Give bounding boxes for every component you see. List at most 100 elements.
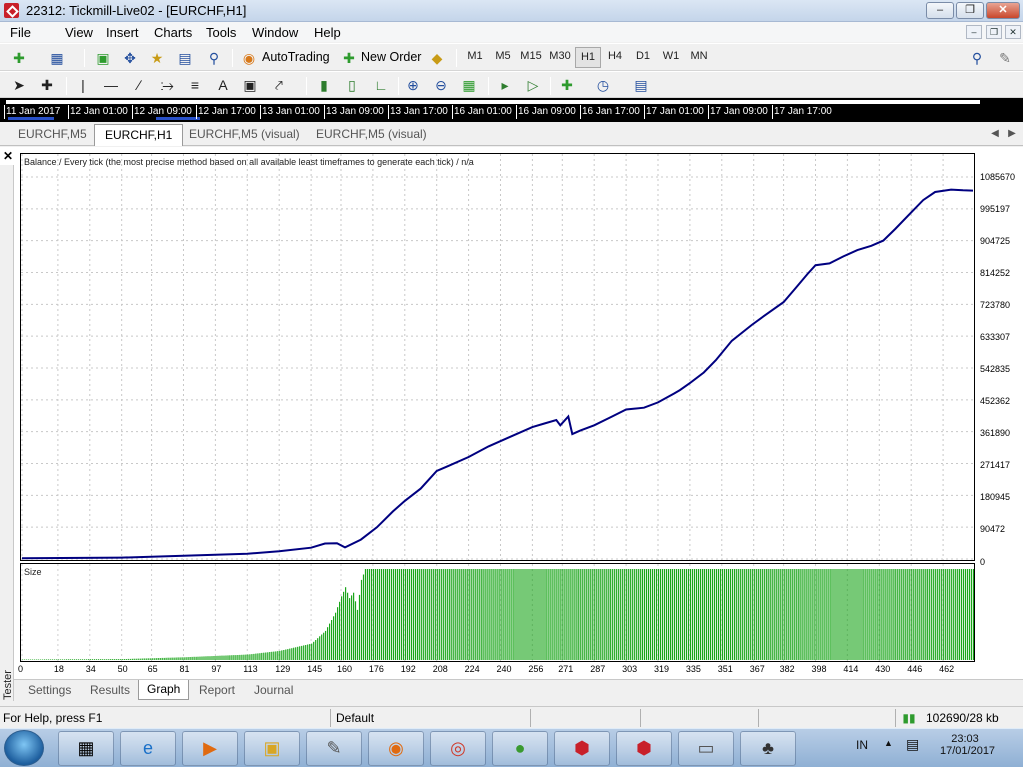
tab-results[interactable]: Results — [90, 683, 130, 697]
menu-tools[interactable]: Tools — [206, 25, 236, 40]
navigator-icon[interactable]: ★ — [148, 49, 166, 67]
metatrader-2-icon[interactable]: ⬢ — [616, 731, 672, 766]
new-order-button[interactable]: New Order — [361, 50, 421, 64]
timeframe-m15[interactable]: M15 — [518, 50, 544, 62]
size-bar — [173, 657, 175, 660]
market-watch-icon[interactable]: ▣ — [94, 49, 112, 67]
timeframe-mn[interactable]: MN — [686, 50, 712, 62]
data-window-icon[interactable]: ✥ — [121, 49, 139, 67]
tab-settings[interactable]: Settings — [28, 683, 71, 697]
menu-window[interactable]: Window — [252, 25, 298, 40]
menu-insert[interactable]: Insert — [106, 25, 139, 40]
new-order-icon[interactable]: ✚ — [340, 49, 358, 67]
metaeditor-icon[interactable]: ◆ — [428, 49, 446, 67]
close-button[interactable]: ✕ — [986, 2, 1020, 19]
tab-journal[interactable]: Journal — [254, 683, 293, 697]
profiles-icon[interactable]: ▦ — [48, 49, 66, 67]
tab-scroll-left-icon[interactable]: ◀ — [986, 125, 1004, 143]
network-icon[interactable]: ▤ — [906, 736, 919, 753]
arrows-icon[interactable]: ⤤ — [270, 76, 288, 94]
size-bar — [480, 569, 482, 660]
tab-scroll-right-icon[interactable]: ▶ — [1003, 125, 1021, 143]
timeframe-d1[interactable]: D1 — [630, 50, 656, 62]
tile-windows-icon[interactable]: ▦ — [460, 76, 478, 94]
new-chart-icon[interactable]: ✚ — [10, 49, 28, 67]
templates-icon[interactable]: ▤ — [632, 76, 650, 94]
education-icon[interactable]: ♣ — [740, 731, 796, 766]
horizontal-line-icon[interactable]: — — [102, 76, 120, 94]
vertical-line-icon[interactable]: | — [74, 76, 92, 94]
bar-chart-icon[interactable]: ▮ — [315, 76, 333, 94]
strategy-tester-icon[interactable]: ⚲ — [205, 49, 223, 67]
chrome-icon[interactable]: ◎ — [430, 731, 486, 766]
child-minimize-button[interactable]: – — [966, 25, 982, 39]
equidistant-channel-icon[interactable]: ⧴ — [158, 76, 176, 94]
chart-tab-eurchf-m5-visual-2[interactable]: EURCHF,M5 (visual) — [316, 127, 427, 141]
fibonacci-icon[interactable]: ≡ — [186, 76, 204, 94]
timeframe-w1[interactable]: W1 — [658, 50, 684, 62]
start-button[interactable] — [4, 730, 44, 766]
candlesticks-icon[interactable]: ▯ — [343, 76, 361, 94]
calculator-icon[interactable]: ▦ — [58, 731, 114, 766]
size-bar — [845, 569, 847, 660]
chart-shift-icon[interactable]: ▷ — [524, 76, 542, 94]
autotrading-icon[interactable]: ◉ — [240, 49, 258, 67]
autotrading-button[interactable]: AutoTrading — [262, 50, 330, 64]
text-icon[interactable]: A — [214, 76, 232, 94]
media-player-icon[interactable]: ▶ — [182, 731, 238, 766]
timeframe-m5[interactable]: M5 — [490, 50, 516, 62]
writer-icon[interactable]: ▭ — [678, 731, 734, 766]
chart-tab-eurchf-m5[interactable]: EURCHF,M5 — [18, 127, 87, 141]
firefox-icon[interactable]: ◉ — [368, 731, 424, 766]
timeframe-m1[interactable]: M1 — [462, 50, 488, 62]
line-chart-icon[interactable]: ∟ — [372, 76, 390, 94]
terminal-icon[interactable]: ▤ — [176, 49, 194, 67]
size-bar — [618, 569, 620, 660]
size-bar — [245, 654, 247, 660]
chart-tab-eurchf-m5-visual[interactable]: EURCHF,M5 (visual) — [189, 127, 300, 141]
menu-charts[interactable]: Charts — [154, 25, 192, 40]
size-chart-svg — [21, 564, 974, 661]
chart-scrollbar[interactable] — [6, 100, 980, 104]
timeframe-m30[interactable]: M30 — [547, 50, 573, 62]
minimize-button[interactable]: – — [926, 2, 954, 19]
cursor-icon[interactable]: ➤ — [10, 76, 28, 94]
tab-report[interactable]: Report — [199, 683, 235, 697]
language-indicator[interactable]: IN — [856, 738, 868, 752]
messenger-icon[interactable]: ● — [492, 731, 548, 766]
show-hidden-icons-icon[interactable]: ▲ — [884, 738, 893, 748]
file-explorer-icon[interactable]: ▣ — [244, 731, 300, 766]
search-icon[interactable]: ⚲ — [968, 49, 986, 67]
indicators-icon[interactable]: ✚ — [558, 76, 576, 94]
zoom-in-icon[interactable]: ⊕ — [404, 76, 422, 94]
chat-icon[interactable]: ✎ — [996, 49, 1014, 67]
size-bar — [67, 659, 70, 660]
chart-tab-eurchf-h1[interactable]: EURCHF,H1 — [94, 124, 184, 146]
size-bar — [941, 569, 943, 660]
size-bar — [410, 569, 412, 660]
timeframe-h4[interactable]: H4 — [602, 50, 628, 62]
timeframe-h1[interactable]: H1 — [575, 47, 601, 68]
metatrader-icon[interactable]: ⬢ — [554, 731, 610, 766]
crosshair-icon[interactable]: ✚ — [38, 76, 56, 94]
size-bar — [113, 659, 115, 660]
tab-graph[interactable]: Graph — [138, 680, 190, 700]
size-bar — [819, 569, 821, 660]
size-bar — [556, 569, 558, 660]
close-panel-icon[interactable]: ✕ — [3, 149, 13, 163]
trendline-icon[interactable]: ∕ — [130, 76, 148, 94]
menu-file[interactable]: File — [10, 25, 31, 40]
child-restore-button[interactable]: ❐ — [986, 25, 1002, 39]
size-bar — [566, 569, 568, 660]
notepad-icon[interactable]: ✎ — [306, 731, 362, 766]
menu-view[interactable]: View — [65, 25, 93, 40]
maximize-button[interactable]: ❐ — [956, 2, 984, 19]
periods-icon[interactable]: ◷ — [594, 76, 612, 94]
auto-scroll-icon[interactable]: ▸ — [496, 76, 514, 94]
child-close-button[interactable]: ✕ — [1005, 25, 1021, 39]
zoom-out-icon[interactable]: ⊖ — [432, 76, 450, 94]
text-label-icon[interactable]: ▣ — [241, 76, 259, 94]
internet-explorer-icon[interactable]: e — [120, 731, 176, 766]
menu-help[interactable]: Help — [314, 25, 341, 40]
taskbar-clock[interactable]: 23:03 17/01/2017 — [940, 733, 995, 757]
